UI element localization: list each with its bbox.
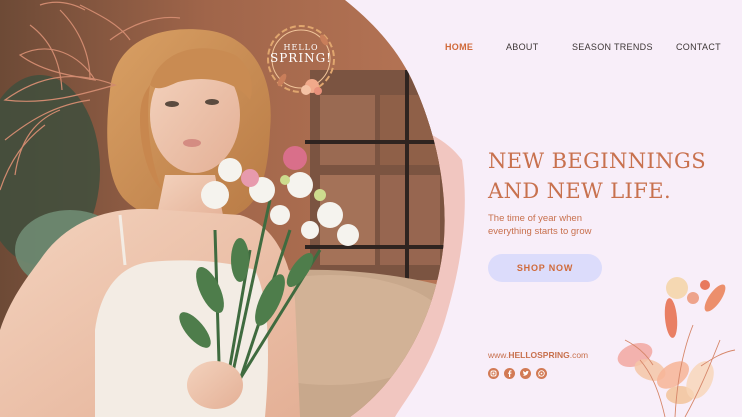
nav-about[interactable]: ABOUT bbox=[506, 42, 539, 52]
website-suffix: .com bbox=[569, 350, 589, 360]
nav-season-trends[interactable]: SEASON TRENDS bbox=[572, 42, 653, 52]
hero-title-line-2: AND NEW LIFE. bbox=[488, 179, 672, 203]
hero-title-line-1: NEW BEGINNINGS bbox=[488, 149, 706, 173]
facebook-icon[interactable] bbox=[504, 368, 515, 379]
logo-line-2: SPRING! bbox=[270, 51, 332, 66]
website-link[interactable]: www.HELLOSPRING.com bbox=[488, 350, 588, 360]
website-name: HELLOSPRING bbox=[508, 350, 570, 360]
hero-subtitle: The time of year when everything starts … bbox=[488, 212, 638, 238]
brand-logo[interactable]: HELLO SPRING! bbox=[262, 20, 340, 98]
hero-title: NEW BEGINNINGS AND NEW LIFE. bbox=[488, 146, 738, 206]
nav-home[interactable]: HOME bbox=[445, 42, 473, 52]
whatsapp-icon[interactable] bbox=[536, 368, 547, 379]
landing-page: HELLO SPRING! HOME ABOUT SEASON TRENDS C… bbox=[0, 0, 742, 417]
twitter-icon[interactable] bbox=[520, 368, 531, 379]
main-nav: HOME ABOUT SEASON TRENDS CONTACT bbox=[440, 42, 730, 56]
instagram-icon[interactable] bbox=[488, 368, 499, 379]
decorative-flowers bbox=[617, 277, 736, 417]
hero-subtitle-line-1: The time of year when bbox=[488, 213, 582, 224]
nav-contact[interactable]: CONTACT bbox=[676, 42, 721, 52]
hero-subtitle-line-2: everything starts to grow bbox=[488, 226, 592, 237]
website-prefix: www. bbox=[488, 350, 509, 360]
shop-now-button[interactable]: SHOP NOW bbox=[488, 254, 602, 282]
logo-text: HELLO SPRING! bbox=[262, 43, 340, 66]
